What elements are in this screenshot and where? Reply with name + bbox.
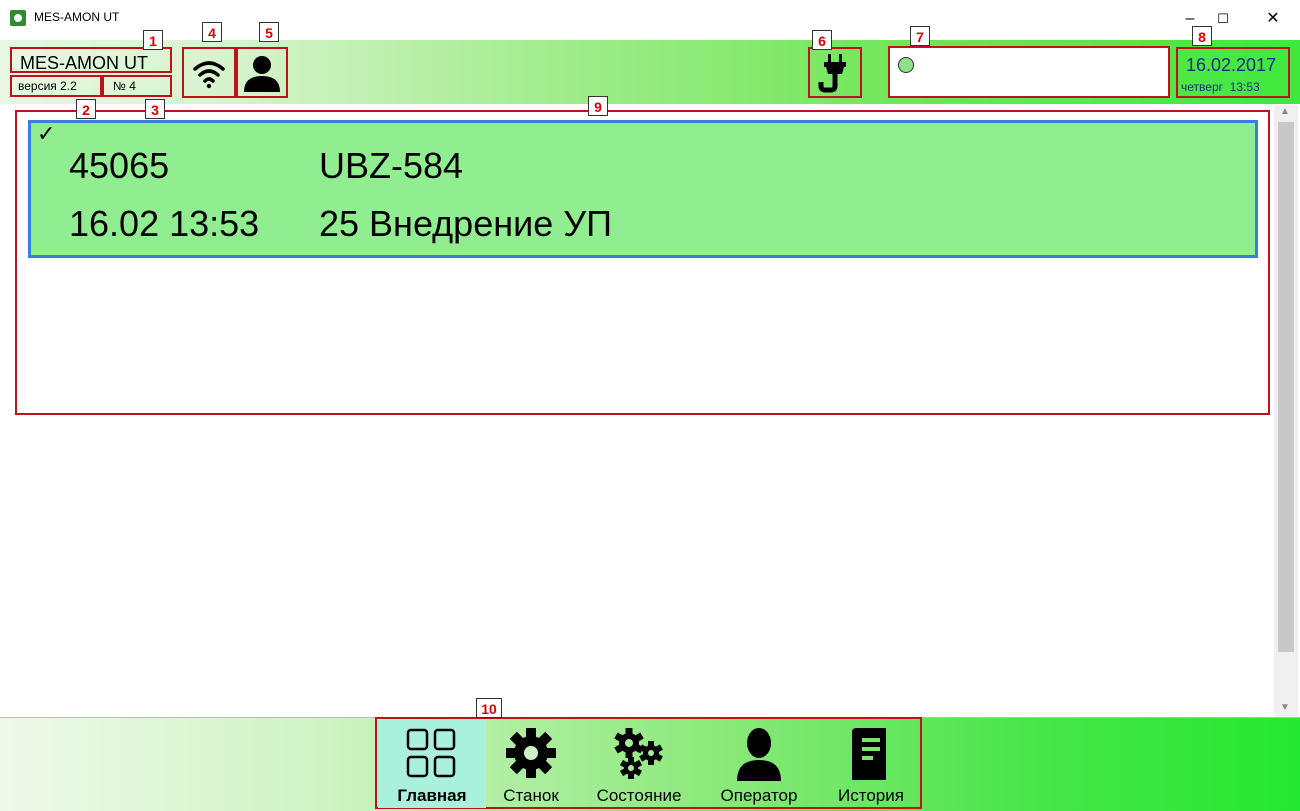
nav-label-operator: Оператор: [720, 786, 798, 805]
callout-7: 7: [910, 26, 930, 46]
version-label: версия 2.2: [18, 79, 77, 93]
nav-item-history[interactable]: История: [824, 720, 918, 808]
task-datetime: 16.02 13:53: [69, 203, 260, 244]
callout-10: 10: [476, 698, 502, 718]
app-name: MES-AMON UT: [20, 53, 148, 73]
maximize-button[interactable]: ☐: [1208, 8, 1238, 30]
book-icon: [852, 728, 886, 780]
wifi-icon: [193, 61, 225, 89]
close-button[interactable]: ✕: [1258, 8, 1288, 30]
window-titlebar: MES-AMON UT – ☐ ✕: [0, 0, 1300, 40]
time-label: 13:53: [1229, 80, 1260, 94]
gears-icon: [614, 728, 663, 779]
app-logo-icon: [10, 10, 26, 26]
person-icon: [737, 728, 781, 781]
window-title: MES-AMON UT: [34, 10, 120, 24]
task-order: 45065: [69, 145, 170, 186]
status-indicator: [898, 57, 914, 73]
gear-icon: [506, 728, 556, 778]
nav-item-machine[interactable]: Станок: [486, 720, 576, 808]
nav-item-state[interactable]: Состояние: [582, 720, 696, 808]
scrollbar-thumb[interactable]: [1278, 122, 1294, 652]
scroll-up-arrow-icon[interactable]: ▲: [1280, 106, 1290, 117]
task-card[interactable]: ✓ 45065 UBZ-584 16.02 13:53 25 Внедрение…: [28, 120, 1258, 258]
callout-8: 8: [1192, 26, 1212, 46]
nav-label-main: Главная: [397, 786, 467, 805]
weekday-label: четверг: [1181, 80, 1223, 94]
callout-5: 5: [259, 22, 279, 42]
callout-9: 9: [588, 96, 608, 116]
message-box-frame: [888, 46, 1170, 98]
machine-number-label: № 4: [113, 79, 136, 93]
user-icon: [244, 56, 280, 92]
current-date: 16.02.2017: [1186, 55, 1277, 75]
grid-icon: [406, 728, 456, 778]
plug-icon: [818, 54, 846, 93]
task-operation: 25 Внедрение УП: [319, 203, 612, 244]
nav-label-history: История: [838, 786, 904, 805]
nav-label-machine: Станок: [503, 786, 559, 805]
nav-label-state: Состояние: [596, 786, 682, 805]
nav-item-operator[interactable]: Оператор: [708, 720, 810, 808]
check-icon: ✓: [37, 121, 56, 146]
scroll-down-arrow-icon[interactable]: ▼: [1280, 702, 1290, 713]
weekday-time: четверг 13:53: [1181, 80, 1260, 94]
callout-4: 4: [202, 22, 222, 42]
task-code: UBZ-584: [319, 145, 464, 186]
nav-item-main[interactable]: Главная: [378, 720, 486, 808]
callout-2: 2: [76, 99, 96, 119]
callout-3: 3: [145, 99, 165, 119]
callout-6: 6: [812, 30, 832, 50]
callout-1: 1: [143, 30, 163, 50]
